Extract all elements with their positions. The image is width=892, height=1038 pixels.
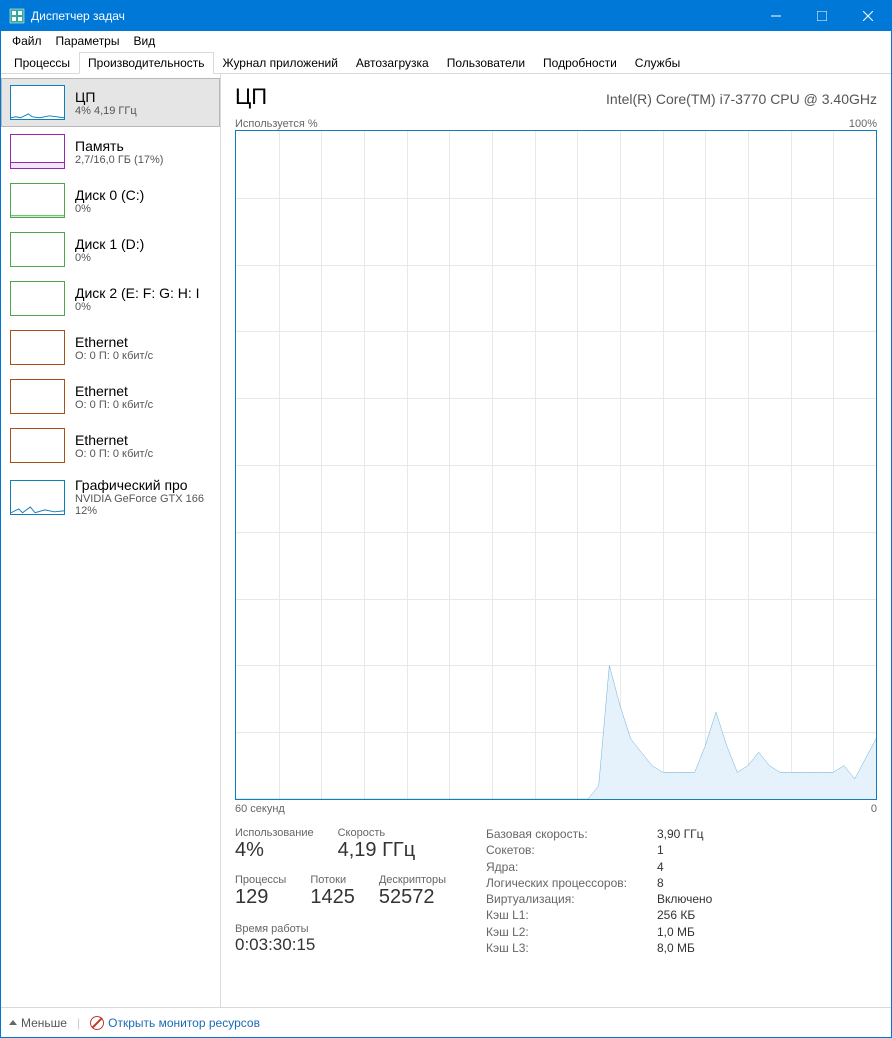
close-button[interactable] [845,1,891,31]
tabs: Процессы Производительность Журнал прило… [1,51,891,74]
menubar: Файл Параметры Вид [1,31,891,51]
main-area: ЦП4% 4,19 ГГц Память2,7/16,0 ГБ (17%) Ди… [1,74,891,1007]
resmon-icon [90,1016,104,1030]
sidebar-item-ethernet0[interactable]: EthernetО: 0 П: 0 кбит/с [1,323,220,372]
chart-y-label: Используется % [235,118,318,130]
sidebar-item-memory[interactable]: Память2,7/16,0 ГБ (17%) [1,127,220,176]
gpu-thumb [10,480,65,515]
tab-users[interactable]: Пользователи [438,52,534,74]
tab-details[interactable]: Подробности [534,52,626,74]
sidebar-item-label: Графический про [75,477,211,493]
sidebar-item-label: Ethernet [75,334,211,350]
sidebar-item-cpu[interactable]: ЦП4% 4,19 ГГц [1,78,220,127]
net-thumb [10,379,65,414]
detail-pane: ЦП Intel(R) Core(TM) i7-3770 CPU @ 3.40G… [221,74,891,1007]
stat-usage: 4% [235,839,314,862]
chart-x-left: 60 секунд [235,803,285,815]
app-icon [9,8,25,24]
sidebar-item-label: Ethernet [75,432,211,448]
disk-thumb [10,232,65,267]
detail-title: ЦП [235,84,267,110]
footer: Меньше | Открыть монитор ресурсов [1,1007,891,1037]
sidebar-item-disk2[interactable]: Диск 2 (E: F: G: H: I0% [1,274,220,323]
stat-speed: 4,19 ГГц [338,839,416,862]
titlebar: Диспетчер задач [1,1,891,31]
cpu-model: Intel(R) Core(TM) i7-3770 CPU @ 3.40GHz [606,91,877,107]
net-thumb [10,428,65,463]
tab-services[interactable]: Службы [626,52,689,74]
tab-processes[interactable]: Процессы [5,52,79,74]
sidebar-item-disk0[interactable]: Диск 0 (C:)0% [1,176,220,225]
fewer-details-button[interactable]: Меньше [9,1016,67,1030]
cpu-info-table: Базовая скорость:3,90 ГГц Сокетов:1 Ядра… [486,827,712,955]
cpu-chart [235,130,877,800]
tab-startup[interactable]: Автозагрузка [347,52,438,74]
minimize-button[interactable] [753,1,799,31]
chart-y-max: 100% [849,118,877,130]
sidebar-item-label: Диск 0 (C:) [75,187,211,203]
chevron-up-icon [9,1020,17,1025]
cpu-thumb [10,85,65,120]
menu-file[interactable]: Файл [5,33,49,49]
disk-thumb [10,183,65,218]
sidebar-item-disk1[interactable]: Диск 1 (D:)0% [1,225,220,274]
menu-view[interactable]: Вид [126,33,162,49]
disk-thumb [10,281,65,316]
sidebar-item-label: Память [75,138,211,154]
chart-x-right: 0 [871,803,877,815]
stats-block: Использование4% Скорость4,19 ГГц Процесс… [235,827,877,955]
net-thumb [10,330,65,365]
sidebar-item-gpu[interactable]: Графический проNVIDIA GeForce GTX 16612% [1,470,220,524]
window-title: Диспетчер задач [31,9,753,23]
open-resmon-link[interactable]: Открыть монитор ресурсов [90,1016,260,1030]
cpu-chart-svg [236,131,876,799]
tab-performance[interactable]: Производительность [79,52,213,74]
sidebar-item-ethernet1[interactable]: EthernetО: 0 П: 0 кбит/с [1,372,220,421]
menu-options[interactable]: Параметры [49,33,127,49]
stat-uptime: 0:03:30:15 [235,935,446,955]
sidebar-item-label: Ethernet [75,383,211,399]
sidebar-item-label: ЦП [75,89,211,105]
tab-app-history[interactable]: Журнал приложений [214,52,347,74]
sidebar: ЦП4% 4,19 ГГц Память2,7/16,0 ГБ (17%) Ди… [1,74,221,1007]
stat-handles: 52572 [379,886,446,909]
memory-thumb [10,134,65,169]
sidebar-item-ethernet2[interactable]: EthernetО: 0 П: 0 кбит/с [1,421,220,470]
sidebar-item-label: Диск 2 (E: F: G: H: I [75,285,211,301]
stat-threads: 1425 [310,886,355,909]
maximize-button[interactable] [799,1,845,31]
sidebar-item-label: Диск 1 (D:) [75,236,211,252]
stat-processes: 129 [235,886,286,909]
